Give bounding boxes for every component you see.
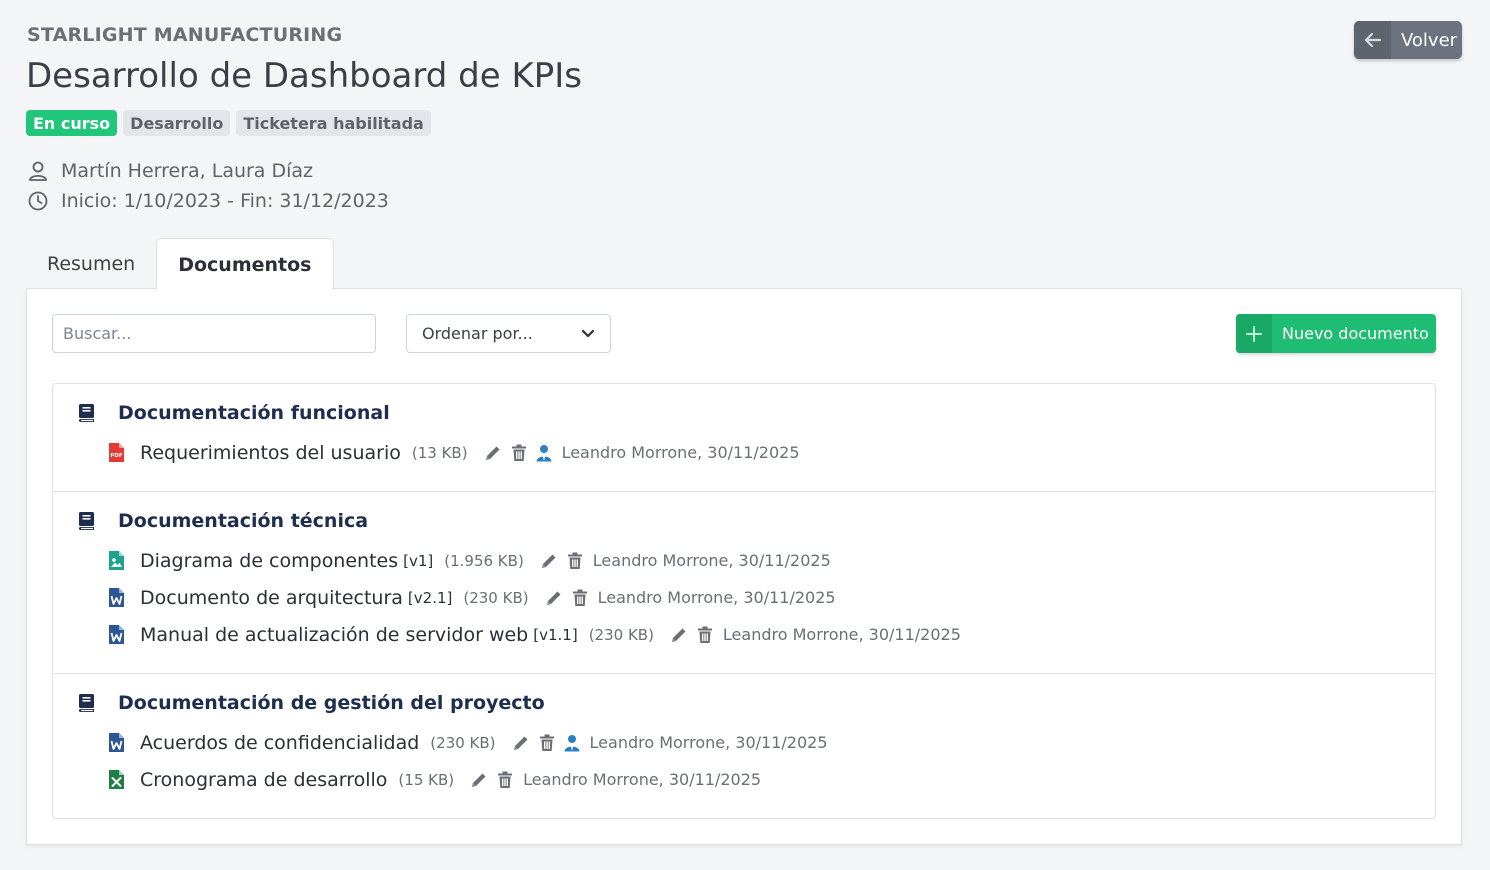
trash-icon[interactable] xyxy=(567,552,583,570)
company-name: STARLIGHT MANUFACTURING xyxy=(27,24,343,46)
ticketing-badge: Ticketera habilitada xyxy=(236,110,431,136)
document-version: [v1.1] xyxy=(533,625,578,644)
plus-icon xyxy=(1236,314,1272,353)
document-size: (13 KB) xyxy=(411,443,468,462)
team-members: Martín Herrera, Laura Díaz xyxy=(61,160,314,182)
document-section: Documentación funcional PDF Requerimientos… xyxy=(53,384,1435,492)
book-icon xyxy=(77,403,107,423)
type-badge: Desarrollo xyxy=(123,110,231,136)
document-name[interactable]: Cronograma de desarrollo xyxy=(140,769,387,791)
pdf-file-icon: PDF xyxy=(108,442,125,463)
section-title: Documentación técnica xyxy=(118,510,369,532)
trash-icon[interactable] xyxy=(572,589,588,607)
section-title: Documentación de gestión del proyecto xyxy=(118,692,545,714)
tab-documentos[interactable]: Documentos xyxy=(156,238,334,290)
document-name[interactable]: Manual de actualización de servidor web xyxy=(140,624,528,646)
page-title: Desarrollo de Dashboard de KPIs xyxy=(26,56,582,96)
search-input[interactable] xyxy=(52,314,376,353)
section-title: Documentación funcional xyxy=(118,402,390,424)
documents-panel: Ordenar por... Nuevo documento Documenta… xyxy=(26,288,1462,845)
document-list: Documentación funcional PDF Requerimientos… xyxy=(52,383,1436,819)
pencil-icon[interactable] xyxy=(670,626,688,644)
document-author-date: Leandro Morrone, 30/11/2025 xyxy=(597,588,836,607)
pencil-icon[interactable] xyxy=(470,771,488,789)
new-document-label: Nuevo documento xyxy=(1282,324,1429,343)
document-row: Documento de arquitectura [v2.1] (230 KB) L… xyxy=(77,579,1411,616)
document-size: (15 KB) xyxy=(398,770,455,789)
document-size: (230 KB) xyxy=(588,625,654,644)
document-size: (1.956 KB) xyxy=(444,551,524,570)
user-icon xyxy=(29,161,47,181)
trash-icon[interactable] xyxy=(511,444,527,462)
section-header: Documentación funcional xyxy=(77,401,1411,425)
image-file-icon xyxy=(108,550,125,571)
document-row: Acuerdos de confidencialidad (230 KB) Lean… xyxy=(77,724,1411,761)
document-author-date: Leandro Morrone, 30/11/2025 xyxy=(592,551,831,570)
document-version: [v1] xyxy=(403,551,434,570)
document-name[interactable]: Documento de arquitectura xyxy=(140,587,403,609)
document-author-date: Leandro Morrone, 30/11/2025 xyxy=(523,770,762,789)
team-row: Martín Herrera, Laura Díaz xyxy=(27,160,313,182)
dates-row: Inicio: 1/10/2023 - Fin: 31/12/2023 xyxy=(27,190,389,212)
new-document-button[interactable]: Nuevo documento xyxy=(1236,314,1436,353)
book-icon xyxy=(77,511,107,531)
chevron-down-icon xyxy=(581,329,595,337)
owner-icon[interactable] xyxy=(564,734,580,752)
tab-resumen[interactable]: Resumen xyxy=(26,238,156,289)
pencil-icon[interactable] xyxy=(540,552,558,570)
badge-group: En curso Desarrollo Ticketera habilitada xyxy=(26,110,431,136)
section-header: Documentación técnica xyxy=(77,509,1411,533)
excel-file-icon xyxy=(108,769,125,790)
svg-text:PDF: PDF xyxy=(110,453,123,459)
document-name[interactable]: Requerimientos del usuario xyxy=(140,442,401,464)
document-row: Cronograma de desarrollo (15 KB) Leandro M… xyxy=(77,761,1411,798)
document-name[interactable]: Acuerdos de confidencialidad xyxy=(140,732,419,754)
clock-icon xyxy=(28,191,48,211)
document-author-date: Leandro Morrone, 30/11/2025 xyxy=(722,625,961,644)
document-size: (230 KB) xyxy=(430,733,496,752)
project-dates: Inicio: 1/10/2023 - Fin: 31/12/2023 xyxy=(61,190,389,212)
tab-bar: Resumen Documentos xyxy=(26,238,334,290)
sort-select-label: Ordenar por... xyxy=(422,324,533,343)
document-author-date: Leandro Morrone, 30/11/2025 xyxy=(589,733,828,752)
word-file-icon xyxy=(108,587,125,608)
status-badge: En curso xyxy=(26,110,118,136)
document-section: Documentación técnica Diagrama de compone… xyxy=(53,492,1435,674)
trash-icon[interactable] xyxy=(697,626,713,644)
document-row: Manual de actualización de servidor web [… xyxy=(77,616,1411,653)
document-section: Documentación de gestión del proyecto Acu… xyxy=(53,674,1435,818)
document-version: [v2.1] xyxy=(407,588,453,607)
document-row: PDF Requerimientos del usuario (13 KB) Lean… xyxy=(77,434,1411,471)
back-button[interactable]: Volver xyxy=(1354,21,1462,59)
document-row: Diagrama de componentes [v1] (1.956 KB) Lea… xyxy=(77,542,1411,579)
trash-icon[interactable] xyxy=(539,734,555,752)
owner-icon[interactable] xyxy=(536,444,552,462)
word-file-icon xyxy=(108,624,125,645)
sort-select[interactable]: Ordenar por... xyxy=(406,314,611,353)
document-size: (230 KB) xyxy=(463,588,529,607)
pencil-icon[interactable] xyxy=(484,444,502,462)
document-author-date: Leandro Morrone, 30/11/2025 xyxy=(561,443,800,462)
book-icon xyxy=(77,693,107,713)
trash-icon[interactable] xyxy=(497,771,513,789)
pencil-icon[interactable] xyxy=(512,734,530,752)
word-file-icon xyxy=(108,732,125,753)
document-name[interactable]: Diagrama de componentes xyxy=(140,550,398,572)
section-header: Documentación de gestión del proyecto xyxy=(77,691,1411,715)
arrow-left-icon xyxy=(1354,21,1391,59)
pencil-icon[interactable] xyxy=(545,589,563,607)
back-button-label: Volver xyxy=(1401,29,1458,51)
